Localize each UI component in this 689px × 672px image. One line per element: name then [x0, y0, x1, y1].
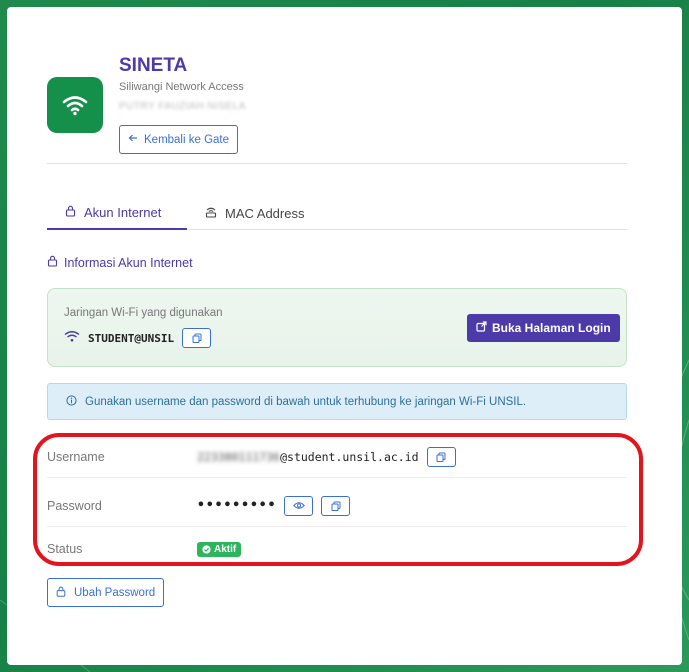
section-title-text: Informasi Akun Internet: [64, 255, 193, 270]
user-name: PUTRY FAUZIAH NISELA: [119, 101, 246, 112]
change-password-label: Ubah Password: [74, 586, 156, 599]
status-label: Status: [47, 542, 83, 556]
tab-akun-label: Akun Internet: [84, 204, 162, 220]
wifi-icon: [62, 96, 88, 116]
show-password-button[interactable]: [284, 495, 314, 516]
password-row: Password •••••••••: [47, 485, 627, 527]
status-badge-text: Aktif: [214, 543, 237, 555]
arrow-left-icon: [128, 133, 138, 146]
tab-akun-internet[interactable]: Akun Internet: [47, 196, 187, 230]
username-row: Username 223380111736@student.unsil.ac.i…: [47, 436, 627, 478]
check-circle-icon: [202, 544, 211, 554]
copy-icon: [192, 333, 202, 343]
login-button-label: Buka Halaman Login: [492, 321, 611, 335]
password-masked: •••••••••: [197, 498, 277, 513]
status-row: Status Aktif: [47, 528, 627, 570]
info-alert: Gunakan username dan password di bawah u…: [47, 383, 627, 420]
section-title: Informasi Akun Internet: [47, 255, 193, 270]
wifi-network-label: Jaringan Wi-Fi yang digunakan: [64, 307, 223, 319]
copy-ssid-button[interactable]: [182, 328, 212, 348]
back-button-label: Kembali ke Gate: [144, 133, 230, 146]
wifi-ssid-row: STUDENT@UNSIL: [64, 328, 212, 348]
password-label: Password: [47, 498, 102, 513]
tab-bar: Akun Internet MAC Address: [47, 196, 627, 230]
password-value: •••••••••: [197, 495, 351, 516]
open-login-page-button[interactable]: Buka Halaman Login: [467, 314, 620, 342]
copy-icon: [331, 501, 341, 511]
divider: [47, 163, 627, 164]
lock-icon: [56, 586, 66, 600]
wifi-ssid: STUDENT@UNSIL: [88, 331, 175, 345]
app-subtitle: Siliwangi Network Access: [119, 81, 244, 93]
status-badge: Aktif: [197, 541, 242, 557]
back-to-gate-button[interactable]: Kembali ke Gate: [119, 125, 239, 154]
info-icon: [66, 394, 77, 409]
copy-username-button[interactable]: [426, 446, 456, 467]
username-domain: @student.unsil.ac.id: [280, 449, 419, 464]
copy-password-button[interactable]: [321, 495, 351, 516]
eye-icon: [293, 502, 305, 509]
username-label: Username: [47, 449, 105, 464]
copy-icon: [436, 452, 446, 462]
tab-mac-address[interactable]: MAC Address: [205, 196, 304, 230]
lock-icon: [47, 255, 58, 270]
username-id-blurred: 223380111736: [197, 449, 281, 464]
info-text: Gunakan username dan password di bawah u…: [85, 395, 527, 408]
username-value: 223380111736@student.unsil.ac.id: [197, 446, 456, 467]
router-icon: [205, 206, 217, 221]
lock-icon: [65, 205, 76, 220]
external-link-icon: [476, 321, 487, 335]
wifi-icon: [64, 329, 80, 347]
tab-mac-label: MAC Address: [225, 205, 305, 221]
wifi-network-card: Jaringan Wi-Fi yang digunakan STUDENT@UN…: [47, 288, 627, 367]
change-password-button[interactable]: Ubah Password: [47, 578, 165, 607]
app-title: SINETA: [119, 55, 188, 76]
app-logo: [47, 77, 103, 133]
